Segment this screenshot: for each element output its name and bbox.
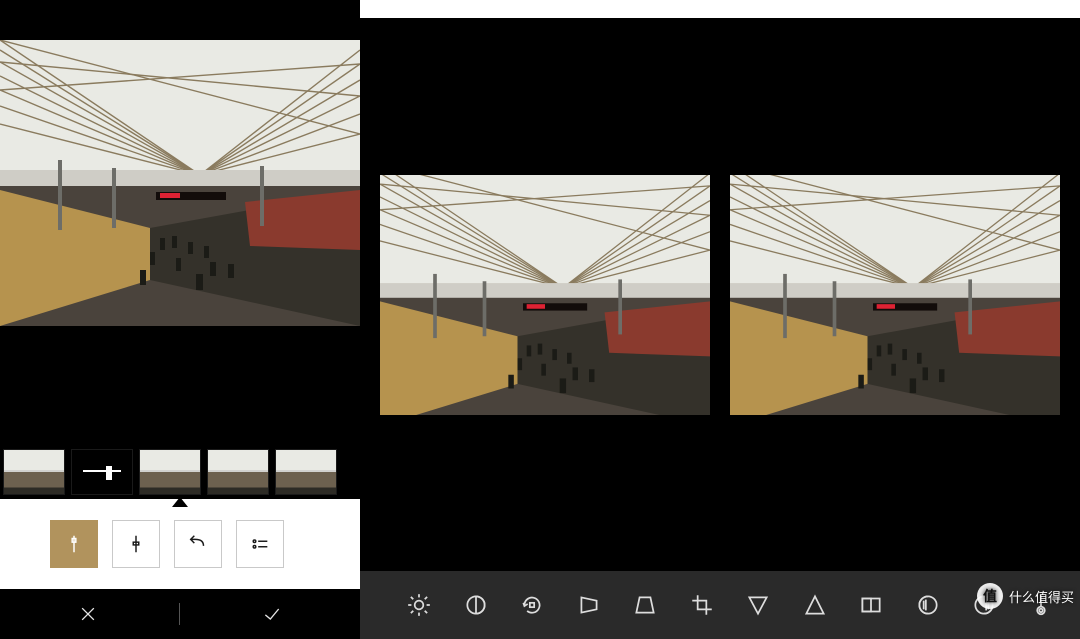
brightness-icon[interactable] [404, 588, 435, 622]
contrast-icon[interactable] [461, 588, 492, 622]
watermark-label: 什么值得买 [1009, 587, 1074, 606]
exposure-icon[interactable] [913, 588, 944, 622]
perspective-v-icon[interactable] [630, 588, 661, 622]
tool-presets-list[interactable] [236, 520, 284, 568]
vignette-icon[interactable] [856, 588, 887, 622]
cancel-button[interactable] [3, 589, 173, 639]
accept-button[interactable] [187, 589, 357, 639]
rotate-icon[interactable] [517, 588, 548, 622]
compare-original [380, 175, 710, 415]
preset-thumb[interactable] [208, 450, 268, 494]
preset-thumb[interactable] [4, 450, 64, 494]
right-landscape-editor [360, 0, 1080, 639]
tool-panel [0, 499, 360, 589]
watermark-badge: 值 [977, 583, 1003, 609]
confirm-bar [0, 589, 360, 639]
adjustment-toolbar [360, 571, 1080, 639]
compare-view[interactable] [360, 18, 1080, 571]
panel-caret-icon [172, 497, 188, 507]
preview-image[interactable] [0, 40, 360, 326]
left-phone-editor [0, 0, 360, 639]
tool-adjust[interactable] [112, 520, 160, 568]
preset-thumb[interactable] [140, 450, 200, 494]
status-bar [360, 0, 1080, 18]
tool-undo[interactable] [174, 520, 222, 568]
perspective-h-icon[interactable] [574, 588, 605, 622]
sharpen-icon[interactable] [800, 588, 831, 622]
separator [179, 603, 180, 625]
preset-filmstrip[interactable] [0, 445, 360, 499]
watermark: 值 什么值得买 [977, 583, 1074, 609]
preset-thumb[interactable] [276, 450, 336, 494]
compare-edited [730, 175, 1060, 415]
crop-icon[interactable] [687, 588, 718, 622]
invert-icon[interactable] [743, 588, 774, 622]
tool-adjust-active[interactable] [50, 520, 98, 568]
preset-thumb-selected[interactable] [72, 450, 132, 494]
